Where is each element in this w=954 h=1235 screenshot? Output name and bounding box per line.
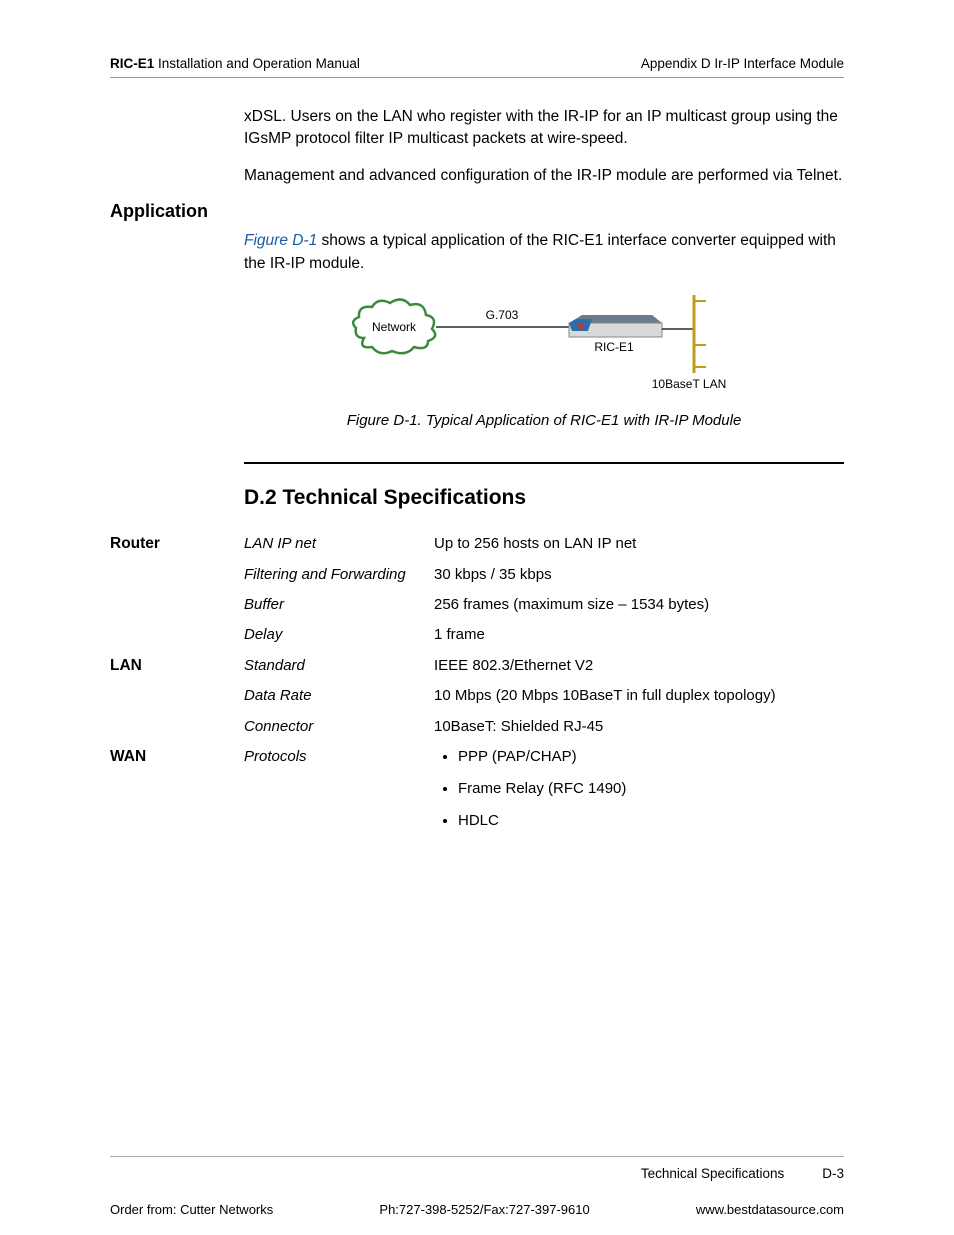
spec-category — [110, 625, 244, 645]
footer-phone: Ph:727-398-5252/Fax:727-397-9610 — [379, 1202, 589, 1217]
figure-d1: Network G.703 RIC-E1 10BaseT LAN — [244, 293, 844, 400]
spec-category — [110, 595, 244, 615]
application-para-rest: shows a typical application of the RIC-E… — [244, 232, 836, 271]
spec-value: 10 Mbps (20 Mbps 10BaseT in full duplex … — [434, 686, 844, 706]
application-body: Figure D-1 shows a typical application o… — [244, 230, 844, 431]
footer-line1: Technical Specifications D-3 — [110, 1166, 844, 1181]
spec-label: Filtering and Forwarding — [244, 565, 434, 585]
section-heading: D.2 Technical Specifications — [244, 486, 844, 510]
application-para: Figure D-1 shows a typical application o… — [244, 230, 844, 275]
application-heading: Application — [110, 201, 844, 222]
section-rule — [244, 462, 844, 464]
spec-label: Delay — [244, 625, 434, 645]
manual-title: Installation and Operation Manual — [154, 56, 360, 71]
header-left: RIC-E1 Installation and Operation Manual — [110, 56, 360, 71]
spec-category: LAN — [110, 656, 244, 677]
spec-category — [110, 686, 244, 706]
header-right: Appendix D Ir-IP Interface Module — [641, 56, 844, 71]
spec-label: Standard — [244, 656, 434, 677]
spec-category — [110, 565, 244, 585]
footer-rule — [110, 1156, 844, 1157]
device-label: RIC-E1 — [594, 340, 634, 354]
footer-url: www.bestdatasource.com — [696, 1202, 844, 1217]
spec-category: WAN — [110, 747, 244, 844]
g703-label: G.703 — [486, 308, 519, 322]
footer-order: Order from: Cutter Networks — [110, 1202, 273, 1217]
spec-label: Buffer — [244, 595, 434, 615]
spec-value: 10BaseT: Shielded RJ-45 — [434, 717, 844, 737]
spec-list-item: HDLC — [458, 811, 844, 831]
intro-p2: Management and advanced configuration of… — [244, 165, 844, 187]
page-header: RIC-E1 Installation and Operation Manual… — [110, 56, 844, 78]
spec-value: 256 frames (maximum size – 1534 bytes) — [434, 595, 844, 615]
network-label: Network — [372, 320, 417, 334]
spec-list-item: Frame Relay (RFC 1490) — [458, 779, 844, 799]
spec-value: Up to 256 hosts on LAN IP net — [434, 534, 844, 555]
spec-label: Protocols — [244, 747, 434, 844]
intro-p1: xDSL. Users on the LAN who register with… — [244, 106, 844, 151]
footer-line2: Order from: Cutter Networks Ph:727-398-5… — [110, 1202, 844, 1217]
spec-value: PPP (PAP/CHAP) Frame Relay (RFC 1490) HDLC — [434, 747, 844, 844]
intro-block: xDSL. Users on the LAN who register with… — [244, 106, 844, 187]
spec-category: Router — [110, 534, 244, 555]
spec-value: 1 frame — [434, 625, 844, 645]
spec-label: Data Rate — [244, 686, 434, 706]
diagram-svg: Network G.703 RIC-E1 10BaseT LAN — [344, 293, 744, 393]
device-icon — [569, 315, 662, 337]
figure-caption: Figure D-1. Typical Application of RIC-E… — [244, 410, 844, 432]
spec-list-item: PPP (PAP/CHAP) — [458, 747, 844, 767]
footer-page: D-3 — [822, 1166, 844, 1181]
spec-category — [110, 717, 244, 737]
figure-link[interactable]: Figure D-1 — [244, 232, 317, 249]
spec-value: IEEE 802.3/Ethernet V2 — [434, 656, 844, 677]
spec-label: LAN IP net — [244, 534, 434, 555]
spec-label: Connector — [244, 717, 434, 737]
spec-value: 30 kbps / 35 kbps — [434, 565, 844, 585]
footer-section: Technical Specifications — [641, 1166, 784, 1181]
lan-label: 10BaseT LAN — [652, 377, 727, 391]
spec-table: RouterLAN IP netUp to 256 hosts on LAN I… — [110, 534, 844, 844]
product-name: RIC-E1 — [110, 56, 154, 71]
